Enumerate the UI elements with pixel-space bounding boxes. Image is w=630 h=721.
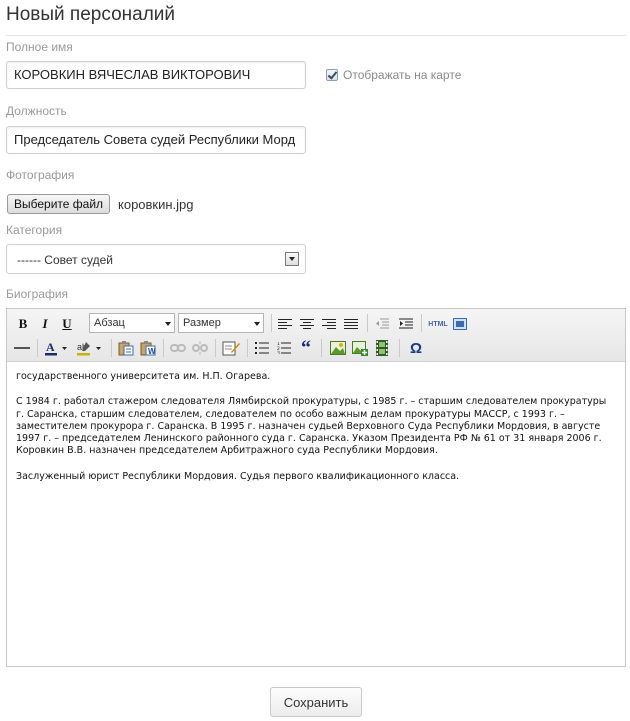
horizontal-rule-icon[interactable]	[13, 339, 31, 357]
save-button[interactable]: Сохранить	[270, 687, 362, 717]
svg-text:3: 3	[277, 351, 280, 355]
biography-label: Биография	[6, 287, 69, 301]
html-source-icon[interactable]: HTML	[426, 315, 450, 333]
font-size-select[interactable]: Размер	[178, 313, 264, 333]
chevron-down-icon[interactable]	[285, 252, 299, 266]
page-title: Новый персоналий	[6, 4, 176, 25]
image-icon[interactable]	[329, 339, 347, 357]
category-label: Категория	[6, 223, 63, 237]
svg-text:A: A	[46, 340, 55, 354]
cleanup-icon[interactable]	[221, 339, 241, 357]
fullscreen-icon[interactable]	[452, 315, 468, 333]
editor-toolbar: B I U Абзац Размер HTML A ab W 1 2 3 “ Ω	[7, 309, 625, 362]
insert-image-icon[interactable]	[351, 339, 369, 357]
biography-paragraph: С 1984 г. работал стажером следователя Л…	[16, 396, 607, 457]
full-name-input[interactable]: КОРОВКИН ВЯЧЕСЛАВ ВИКТОРОВИЧ	[6, 61, 306, 89]
numbered-list-icon[interactable]: 123	[275, 339, 293, 357]
svg-text:W: W	[148, 347, 156, 356]
unlink-icon[interactable]	[191, 339, 209, 357]
choose-file-button[interactable]: Выберите файл	[7, 194, 111, 214]
full-name-label: Полное имя	[6, 40, 73, 54]
category-select[interactable]: ------ Совет судей	[6, 244, 306, 274]
background-color-icon[interactable]: ab	[75, 339, 105, 357]
show-on-map-checkbox[interactable]	[326, 69, 338, 81]
align-right-icon[interactable]	[321, 315, 337, 333]
show-on-map-label: Отображать на карте	[343, 68, 462, 82]
biography-paragraph: государственного университета им. Н.П. О…	[16, 371, 271, 382]
position-input[interactable]: Председатель Совета судей Республики Мор…	[6, 126, 306, 154]
italic-icon[interactable]: I	[37, 315, 53, 333]
show-on-map-toggle[interactable]: Отображать на карте	[326, 68, 461, 82]
align-left-icon[interactable]	[277, 315, 293, 333]
photo-label: Фотография	[6, 168, 75, 182]
align-center-icon[interactable]	[299, 315, 315, 333]
paste-word-icon[interactable]: W	[139, 339, 157, 357]
biography-paragraph: Заслуженный юрист Республики Мордовия. С…	[16, 470, 460, 482]
selected-file-name: коровкин.jpg	[118, 197, 194, 212]
bold-icon[interactable]: B	[15, 315, 31, 333]
paste-text-icon[interactable]	[117, 339, 135, 357]
text-color-icon[interactable]: A	[43, 339, 71, 357]
special-char-icon[interactable]: Ω	[407, 339, 425, 357]
media-icon[interactable]	[373, 339, 391, 357]
biography-editor[interactable]: B I U Абзац Размер HTML A ab W 1 2 3 “ Ω…	[6, 308, 626, 667]
blockquote-icon[interactable]: “	[297, 338, 315, 358]
biography-content[interactable]: государственного университета им. Н.П. О…	[16, 371, 616, 496]
bullet-list-icon[interactable]	[253, 339, 271, 357]
title-divider	[6, 35, 626, 36]
align-justify-icon[interactable]	[343, 315, 359, 333]
format-select[interactable]: Абзац	[89, 313, 175, 333]
position-label: Должность	[6, 104, 67, 118]
category-selected-value: ------ Совет судей	[17, 253, 113, 267]
underline-icon[interactable]: U	[59, 315, 75, 333]
link-icon[interactable]	[169, 339, 187, 357]
indent-icon[interactable]	[397, 315, 415, 333]
outdent-icon[interactable]	[373, 315, 391, 333]
